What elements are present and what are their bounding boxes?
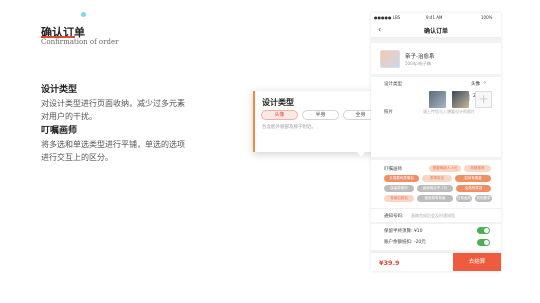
checkout-bar: ¥39.9 去结算 xyxy=(371,252,501,271)
note-tag[interactable]: 画面简洁不-2元 xyxy=(417,185,453,192)
design-type-value[interactable]: 头像 xyxy=(471,81,480,87)
section-design-type: 设计类型 对设计类型进行页面收纳，减少过多元素对用户的干扰。 xyxy=(41,82,186,123)
product-card[interactable]: 亲子-治愈系 500dpi电子稿 xyxy=(371,43,501,74)
note-tag[interactable]: 全角有笑容 xyxy=(456,185,491,192)
checkout-button[interactable]: 去结算 xyxy=(453,253,501,271)
total-price: ¥39.9 xyxy=(379,259,400,267)
note-tag[interactable]: 想要萌版人-4元 xyxy=(429,165,461,172)
popup-hint: 包含脸外貌部及脖子附近。 xyxy=(262,125,316,130)
design-type-popup: 设计类型 头像 半身 全身 包含脸外貌部及脖子附近。 xyxy=(253,91,380,152)
nav-bar: ‹ 确认订单 xyxy=(371,22,501,38)
uploaded-photo[interactable] xyxy=(452,91,469,108)
note-tag[interactable]: 五观要有表情包 xyxy=(384,175,419,182)
payment-options-card: 保留半终须算: ¥10 账户余额抵扣: -20元 xyxy=(371,224,501,250)
note-tag[interactable]: 使用原有背景 xyxy=(417,195,453,202)
nav-title: 确认订单 xyxy=(423,28,448,35)
insurance-toggle[interactable] xyxy=(477,227,490,234)
design-type-label: 设计类型 xyxy=(384,82,402,87)
section-artist-notes: 叮嘱画师 将多选和单选类型进行平铺，单选的选项进行交互上的区分。 xyxy=(41,123,186,164)
section-body: 将多选和单选类型进行平铺，单选的选项进行交互上的区分。 xyxy=(41,140,185,162)
note-tag[interactable]: 如何有角度 xyxy=(455,175,491,182)
note-tag[interactable]: 日系画风 xyxy=(456,195,472,202)
clock: 9:41 AM xyxy=(426,15,443,20)
note-tag[interactable]: 保留原服饰 xyxy=(384,185,414,192)
carrier: ●●●●● LBS xyxy=(374,15,401,20)
section-title: 叮嘱画师 xyxy=(41,126,78,136)
note-tag[interactable]: 其他要求 xyxy=(475,195,492,202)
chevron-right-icon[interactable]: › xyxy=(484,80,486,86)
note-tag[interactable]: 风格推荐 xyxy=(464,165,491,172)
photo-label: 照片 xyxy=(384,110,393,115)
status-bar: ●●●●● LBS 9:41 AM 100% xyxy=(371,13,501,22)
popup-title: 设计类型 xyxy=(262,98,294,107)
notify-number-row[interactable]: 通知号码: 画稿完成后会及时通知您 xyxy=(371,209,501,222)
battery: 100% xyxy=(481,15,493,20)
product-spec: 500dpi电子稿 xyxy=(405,61,431,66)
note-tag[interactable]: 表情突出 xyxy=(422,175,452,182)
section-title: 设计类型 xyxy=(41,85,78,95)
artist-notes-card: 叮嘱画师 想要萌版人-4元 风格推荐 五观要有表情包 表情突出 如何有角度 保留… xyxy=(371,160,501,208)
balance-toggle[interactable] xyxy=(477,239,490,246)
artist-notes-label: 叮嘱画师 xyxy=(384,167,402,172)
notify-hint: 画稿完成后会及时通知您 xyxy=(411,213,455,218)
notify-label: 通知号码: xyxy=(384,214,404,219)
section-body: 对设计类型进行页面收纳，减少过多元素对用户的干扰。 xyxy=(41,99,185,121)
option-half-body[interactable]: 半身 xyxy=(302,110,339,120)
popup-pointer xyxy=(356,151,366,157)
accent-dot xyxy=(81,12,86,17)
add-photo-icon[interactable]: + xyxy=(475,91,492,108)
balance-label: 账户余额抵扣: -20元 xyxy=(384,240,426,245)
order-options-card: 设计类型 头像 › - 2 + 照片 请上传您与入想要设计的照片 xyxy=(371,77,501,157)
option-avatar[interactable]: 头像 xyxy=(261,110,298,120)
note-tag[interactable]: 背景加颜色 xyxy=(384,195,414,202)
product-name: 亲子-治愈系 xyxy=(405,54,435,60)
page-subtitle: Confirmation of order xyxy=(41,38,119,46)
phone-mockup: ●●●●● LBS 9:41 AM 100% ‹ 确认订单 亲子-治愈系 500… xyxy=(371,13,501,271)
photo-hint: 请上传您与入想要设计的照片 xyxy=(423,109,475,114)
insurance-label: 保留半终须算: ¥10 xyxy=(384,229,423,234)
product-thumbnail xyxy=(380,50,400,68)
uploaded-photo[interactable] xyxy=(429,91,446,108)
